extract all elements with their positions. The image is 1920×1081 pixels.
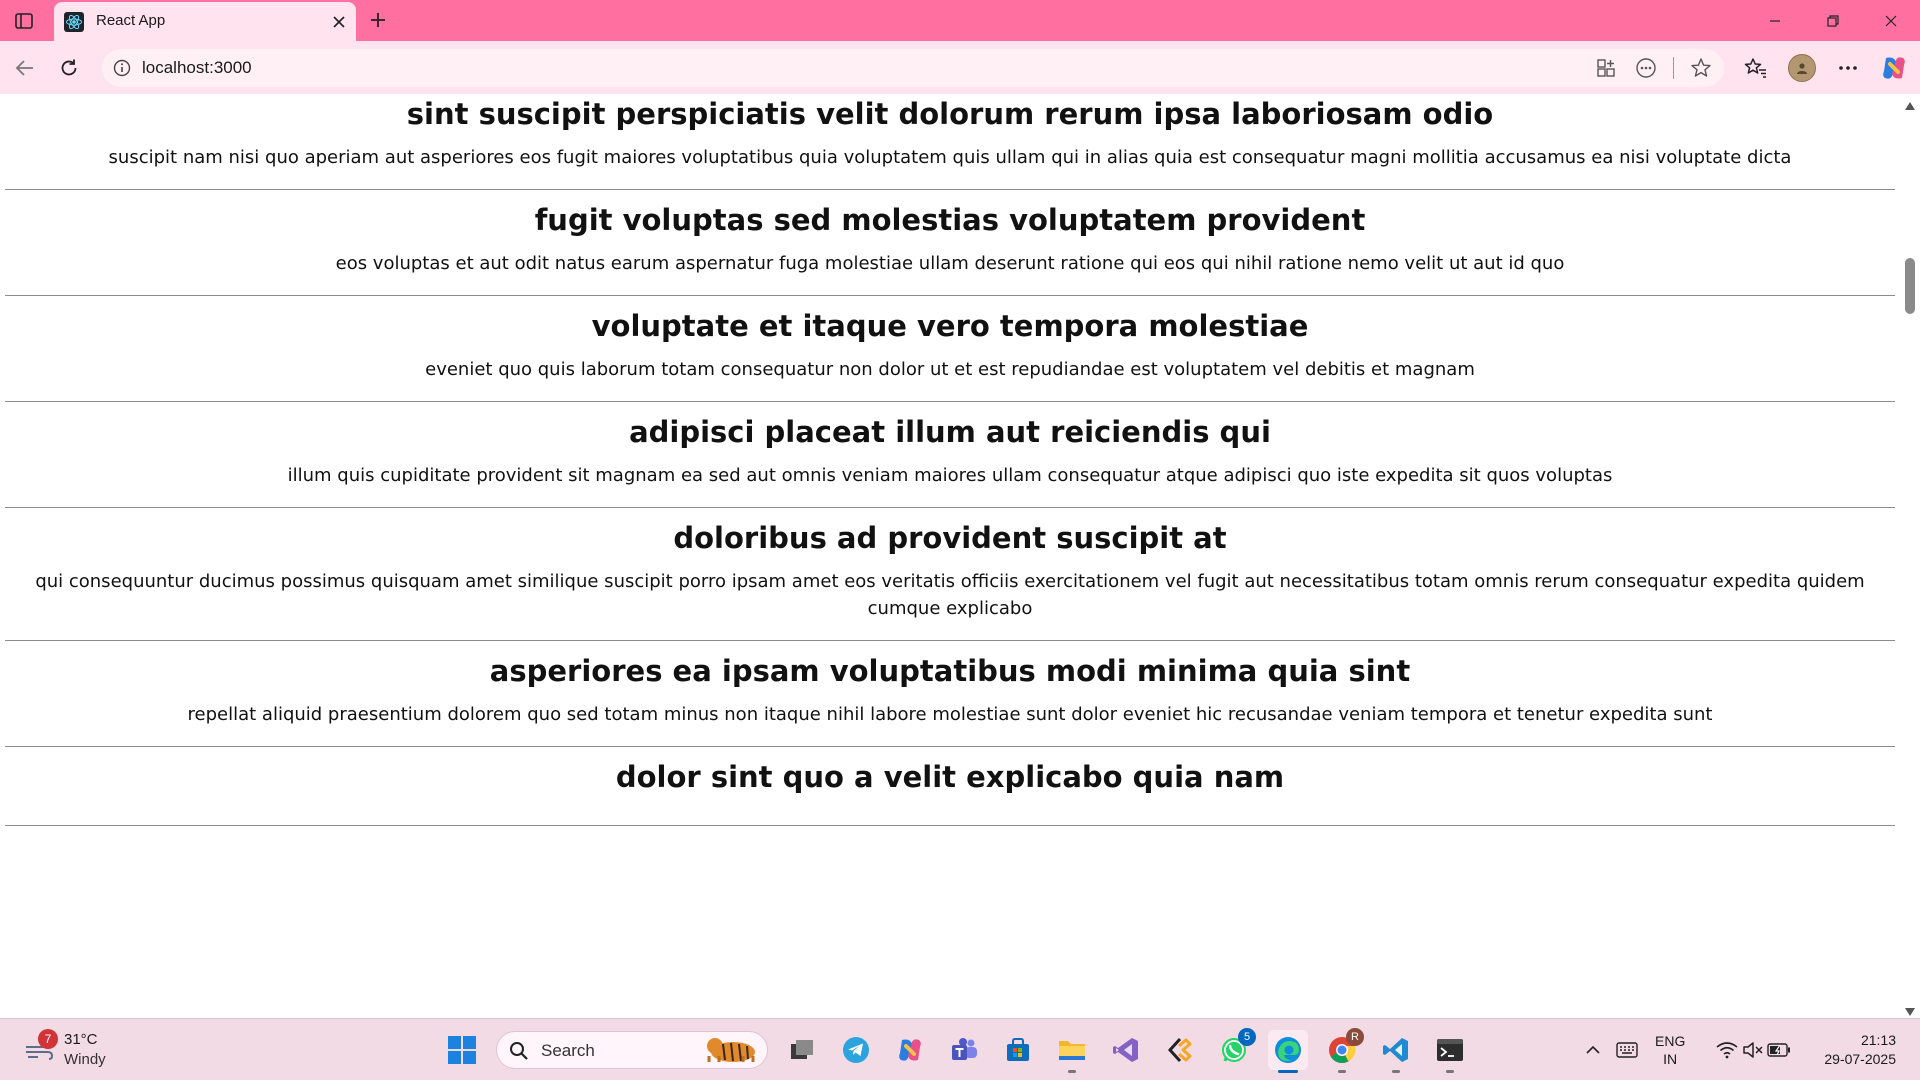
url-text[interactable]: localhost:3000 (142, 58, 252, 78)
post-title: asperiores ea ipsam voluptatibus modi mi… (489, 654, 1411, 688)
wifi-icon[interactable] (1714, 1037, 1740, 1063)
profile-avatar[interactable] (1786, 52, 1818, 84)
site-info-icon[interactable] (112, 58, 132, 78)
post-item: adipisci placeat illum aut reiciendis qu… (5, 402, 1895, 508)
post-item: asperiores ea ipsam voluptatibus modi mi… (5, 641, 1895, 747)
weather-widget[interactable]: 7 31°C Windy (20, 1029, 140, 1073)
react-logo-icon (64, 12, 84, 32)
search-placeholder: Search (541, 1041, 595, 1060)
post-title: voluptate et itaque vero tempora molesti… (591, 309, 1309, 343)
more-options-icon[interactable] (1832, 52, 1864, 84)
divider (1673, 57, 1674, 79)
taskbar-search[interactable]: Search (496, 1031, 768, 1069)
active-indicator (1278, 1070, 1298, 1073)
vertical-scrollbar[interactable] (1900, 94, 1920, 1018)
scroll-down-arrow-icon[interactable] (1904, 1004, 1916, 1016)
new-tab-icon[interactable] (364, 6, 392, 34)
visual-studio-icon[interactable] (1106, 1030, 1146, 1070)
address-bar[interactable]: localhost:3000 (102, 49, 1724, 87)
post-item: sint suscipit perspiciatis velit dolorum… (5, 94, 1895, 190)
running-indicator (1446, 1070, 1454, 1073)
post-item: doloribus ad provident suscipit at qui c… (5, 508, 1895, 641)
favorite-star-icon[interactable] (1688, 55, 1714, 81)
terminal-icon[interactable] (1430, 1030, 1470, 1073)
favorites-icon[interactable] (1740, 52, 1772, 84)
file-explorer-icon[interactable] (1052, 1030, 1092, 1073)
post-body: illum quis cupiditate provident sit magn… (287, 465, 1613, 486)
post-title: dolor sint quo a velit explicabo quia na… (615, 760, 1285, 794)
chrome-profile-badge: R (1346, 1028, 1364, 1046)
scroll-up-arrow-icon[interactable] (1904, 98, 1916, 110)
post-list: sint suscipit perspiciatis velit dolorum… (5, 94, 1895, 826)
chrome-icon[interactable]: R (1322, 1028, 1364, 1073)
language-code: ENG (1655, 1033, 1686, 1049)
browser-toolbar: localhost:3000 (0, 41, 1920, 94)
copilot-icon[interactable] (1878, 52, 1910, 84)
vscode-icon[interactable] (1376, 1030, 1416, 1073)
post-body: suscipit nam nisi quo aperiam aut asperi… (108, 147, 1792, 168)
post-title: sint suscipit perspiciatis velit dolorum… (406, 97, 1494, 131)
post-body: eos voluptas et aut odit natus earum asp… (335, 253, 1565, 274)
running-indicator (1068, 1070, 1076, 1073)
app-available-icon[interactable] (1593, 55, 1619, 81)
close-window-icon[interactable] (1862, 0, 1920, 41)
weather-temperature: 31°C (64, 1031, 98, 1048)
edge-icon[interactable] (1268, 1030, 1308, 1073)
close-tab-icon[interactable] (328, 11, 350, 33)
task-view-icon[interactable] (782, 1030, 822, 1070)
keyboard-icon[interactable] (1614, 1037, 1640, 1063)
clock-date: 29-07-2025 (1824, 1051, 1896, 1067)
chevron-up-icon[interactable] (1580, 1037, 1606, 1063)
post-item: dolor sint quo a velit explicabo quia na… (5, 747, 1895, 826)
post-body: eveniet quo quis laborum totam consequat… (425, 359, 1475, 380)
running-indicator (1338, 1070, 1346, 1073)
whatsapp-icon[interactable]: 5 (1214, 1028, 1256, 1070)
minimize-icon[interactable] (1746, 0, 1804, 41)
post-item: fugit voluptas sed molestias voluptatem … (5, 190, 1895, 296)
teams-icon[interactable] (944, 1030, 984, 1070)
post-body: qui consequuntur ducimus possimus quisqu… (35, 571, 1865, 619)
start-button[interactable] (442, 1030, 482, 1070)
system-tray: ENG IN 21:13 29-07-2025 (1560, 1019, 1920, 1081)
tab-react-app[interactable]: React App (54, 2, 356, 41)
copilot-app-icon[interactable] (890, 1030, 930, 1070)
battery-charging-icon[interactable] (1766, 1037, 1792, 1063)
sidebar-toggle-icon[interactable] (10, 8, 38, 34)
weather-condition: Windy (64, 1051, 106, 1068)
page-content: sint suscipit perspiciatis velit dolorum… (0, 94, 1920, 1018)
window-controls (1746, 0, 1920, 41)
region-code: IN (1663, 1051, 1678, 1067)
running-indicator (1392, 1070, 1400, 1073)
system-clock[interactable]: 21:13 29-07-2025 (1824, 1031, 1896, 1069)
avatar[interactable] (1788, 54, 1816, 82)
post-title: doloribus ad provident suscipit at (673, 521, 1227, 555)
scrollbar-thumb[interactable] (1905, 258, 1915, 314)
volume-muted-icon[interactable] (1740, 1037, 1766, 1063)
browser-tabstrip: React App (0, 0, 1920, 41)
search-icon (509, 1041, 529, 1061)
weather-alert-badge: 7 (38, 1029, 58, 1049)
inkscape-like-icon[interactable] (1160, 1030, 1200, 1070)
post-title: fugit voluptas sed molestias voluptatem … (534, 203, 1366, 237)
taskbar-apps: Search 5 R (442, 1027, 1470, 1073)
microsoft-store-icon[interactable] (998, 1030, 1038, 1070)
post-title: adipisci placeat illum aut reiciendis qu… (629, 415, 1271, 449)
clock-time: 21:13 (1860, 1032, 1896, 1048)
telegram-icon[interactable] (836, 1030, 876, 1070)
reload-icon[interactable] (54, 53, 84, 83)
reading-mode-icon[interactable] (1633, 55, 1659, 81)
post-body: repellat aliquid praesentium dolorem quo… (187, 704, 1713, 725)
whatsapp-notification-badge: 5 (1238, 1028, 1256, 1046)
post-item: voluptate et itaque vero tempora molesti… (5, 296, 1895, 402)
address-bar-actions (1593, 55, 1714, 81)
tab-title: React App (96, 12, 166, 29)
back-arrow-icon[interactable] (10, 53, 40, 83)
windows-taskbar: 7 31°C Windy Search 5 R ENG IN 21:13 29-… (0, 1018, 1920, 1080)
toolbar-right (1740, 49, 1910, 87)
language-indicator[interactable]: ENG IN (1655, 1032, 1685, 1068)
tiger-highlight-icon (703, 1034, 761, 1066)
restore-icon[interactable] (1804, 0, 1862, 41)
